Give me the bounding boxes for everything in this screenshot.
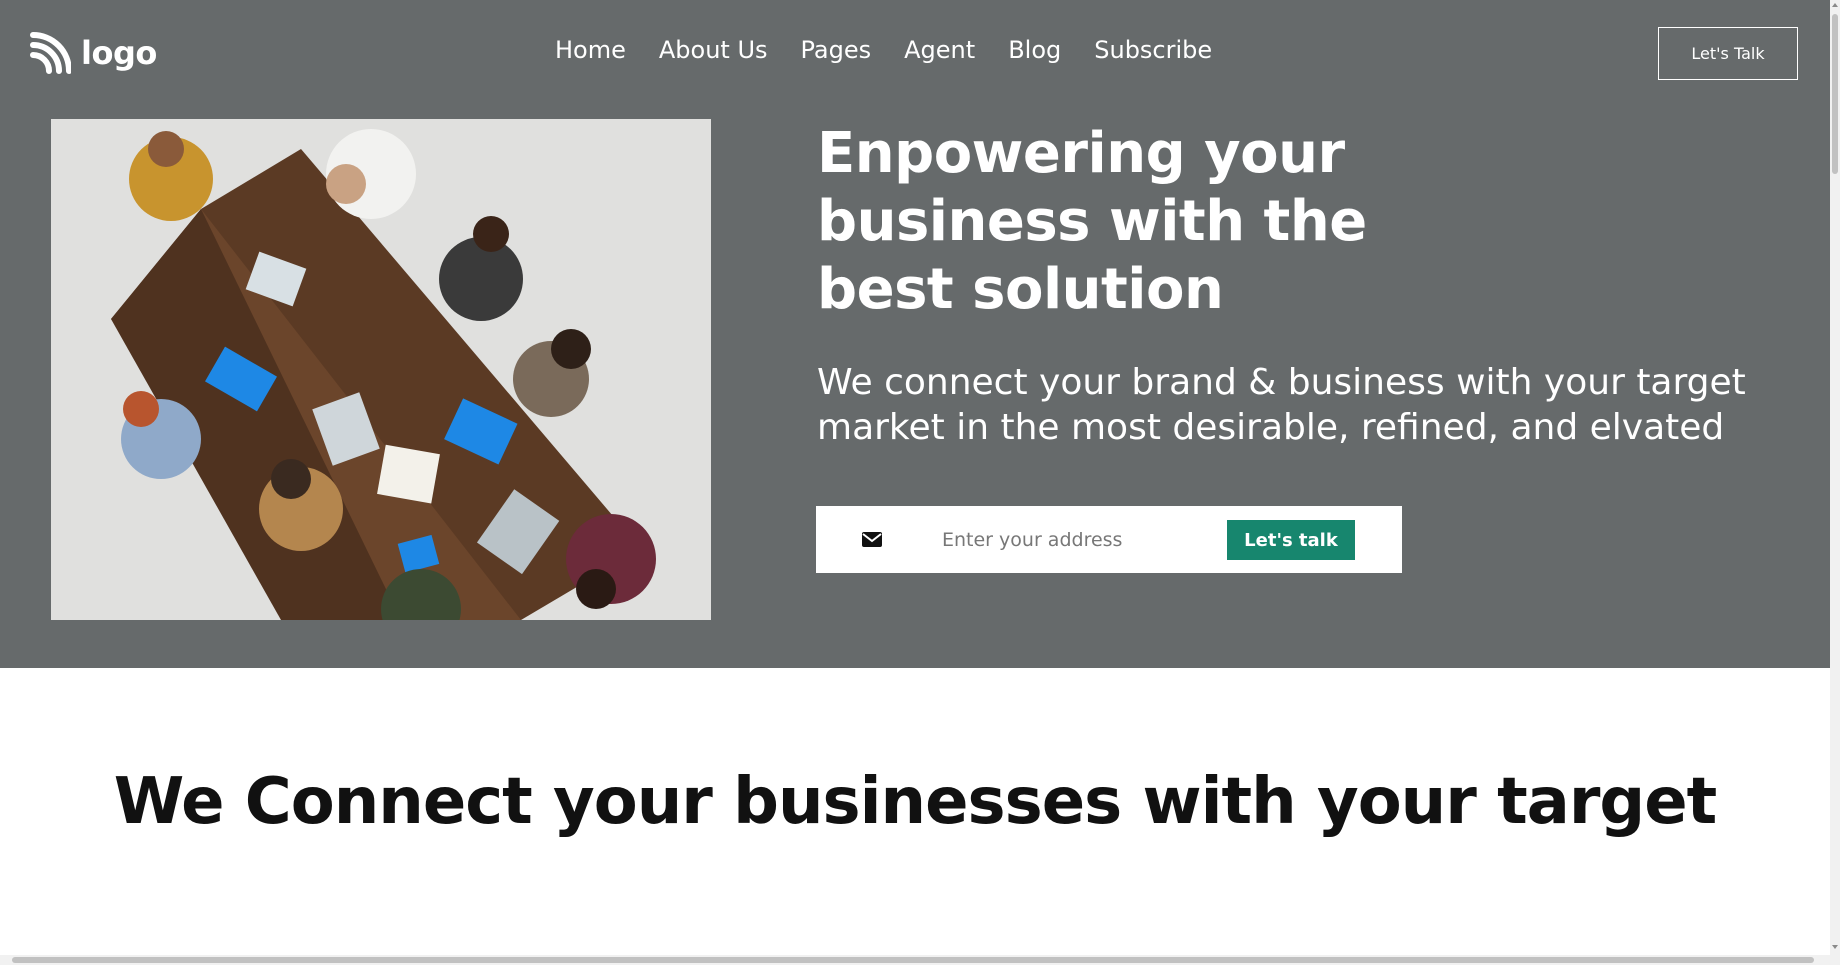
nav-about-us[interactable]: About Us [659,36,768,64]
scrollbar-thumb[interactable] [1832,14,1838,174]
scroll-down-icon[interactable] [1832,945,1838,949]
team-meeting-image [51,119,711,620]
nav-agent[interactable]: Agent [904,36,975,64]
scroll-up-icon[interactable] [1832,3,1838,7]
vertical-scrollbar[interactable] [1830,0,1840,965]
nav-pages[interactable]: Pages [801,36,872,64]
nav-home[interactable]: Home [555,36,626,64]
lets-talk-submit-button[interactable]: Let's talk [1227,520,1355,560]
hero-subtitle: We connect your brand & business with yo… [817,362,1746,448]
horizontal-scrollbar-thumb[interactable] [12,957,1814,963]
hero-section: logo Home About Us Pages Agent Blog Subs… [0,0,1830,668]
address-input[interactable] [942,520,1232,560]
envelope-icon [862,532,882,547]
logo-icon [30,32,71,74]
lets-talk-button[interactable]: Let's Talk [1658,27,1798,80]
subscribe-form: Let's talk [816,506,1402,573]
hero-title: Enpowering your business with the best s… [817,121,1367,322]
nav-blog[interactable]: Blog [1008,36,1061,64]
main-nav: Home About Us Pages Agent Blog Subscribe [555,36,1212,64]
section-title: We Connect your businesses with your tar… [113,765,1717,839]
hero-photo [51,119,711,620]
horizontal-scrollbar[interactable] [0,955,1830,965]
logo[interactable]: logo [29,30,157,76]
nav-subscribe[interactable]: Subscribe [1094,36,1212,64]
page: logo Home About Us Pages Agent Blog Subs… [0,0,1840,965]
logo-text: logo [81,34,157,72]
